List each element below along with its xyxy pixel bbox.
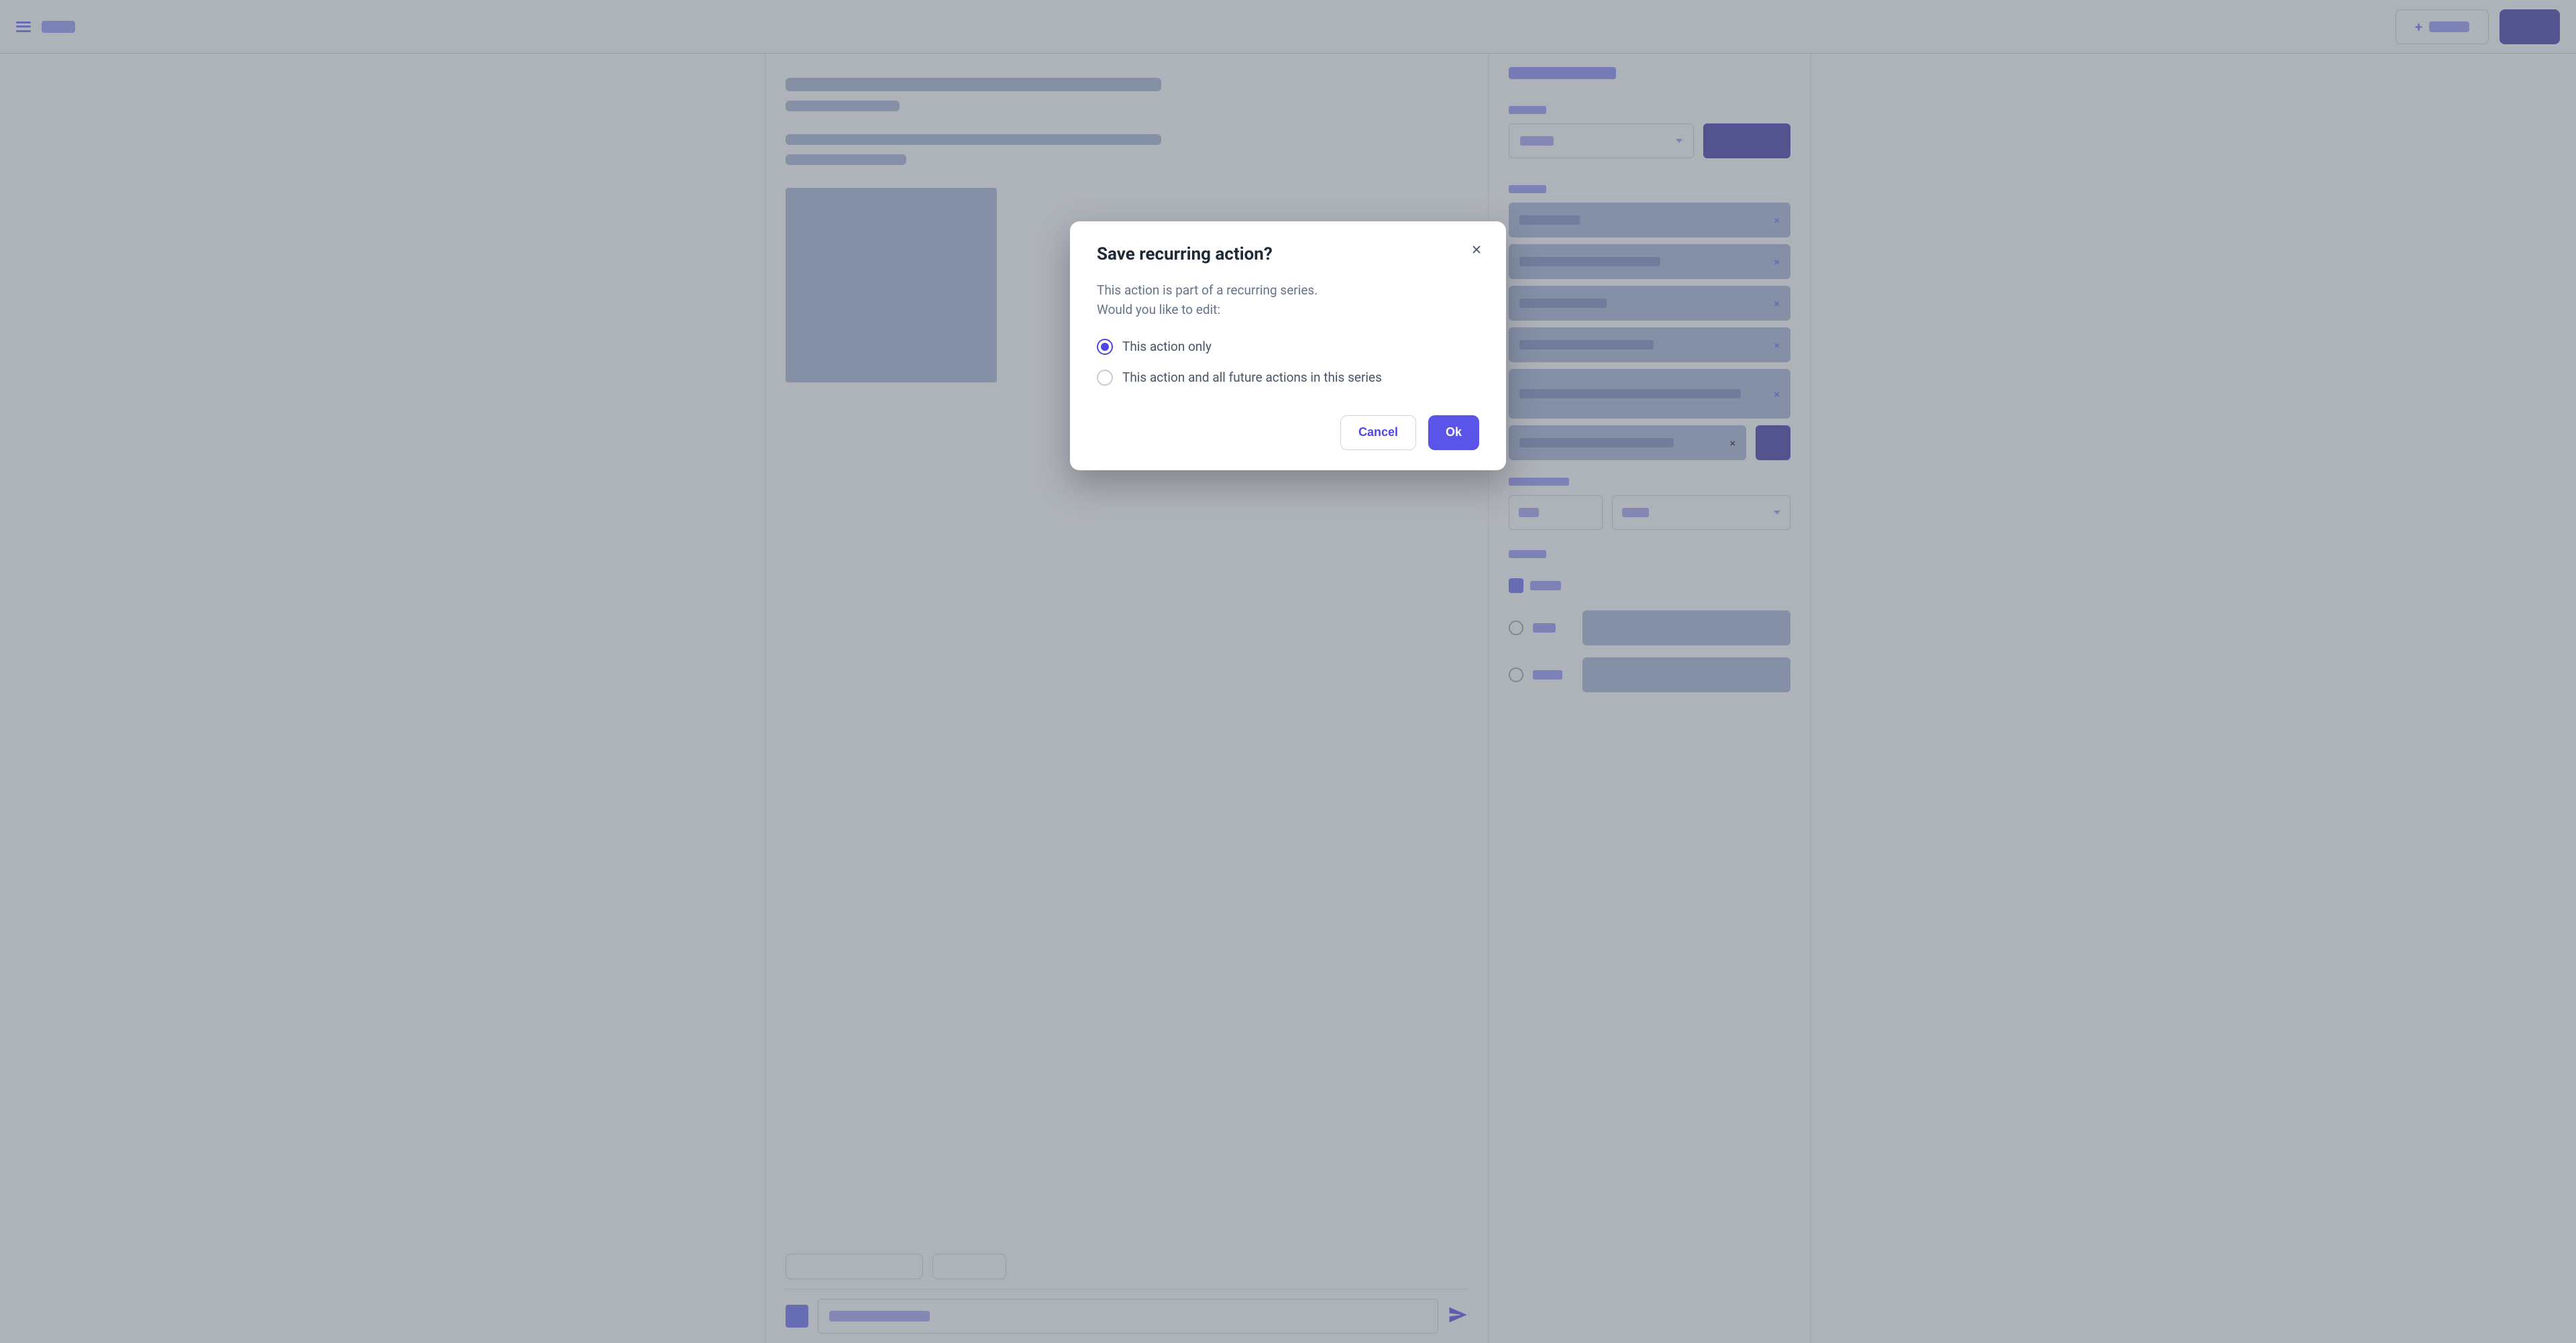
- ok-button[interactable]: Ok: [1428, 415, 1479, 450]
- modal-body-line1: This action is part of a recurring serie…: [1097, 280, 1479, 300]
- close-icon: [1470, 243, 1483, 256]
- save-recurring-modal: Save recurring action? This action is pa…: [1070, 221, 1506, 470]
- radio-icon: [1097, 370, 1113, 386]
- radio-this-only[interactable]: This action only: [1097, 339, 1479, 355]
- modal-body: This action is part of a recurring serie…: [1097, 280, 1479, 320]
- radio-this-and-future-label: This action and all future actions in th…: [1122, 370, 1382, 385]
- cancel-button[interactable]: Cancel: [1340, 415, 1416, 450]
- modal-body-line2: Would you like to edit:: [1097, 300, 1479, 319]
- modal-overlay[interactable]: Save recurring action? This action is pa…: [0, 0, 2576, 1343]
- radio-this-and-future[interactable]: This action and all future actions in th…: [1097, 370, 1479, 386]
- radio-icon: [1097, 339, 1113, 355]
- radio-this-only-label: This action only: [1122, 339, 1212, 354]
- modal-actions: Cancel Ok: [1097, 415, 1479, 450]
- close-button[interactable]: [1467, 240, 1486, 259]
- radio-group: This action only This action and all fut…: [1097, 339, 1479, 386]
- modal-title: Save recurring action?: [1097, 244, 1479, 264]
